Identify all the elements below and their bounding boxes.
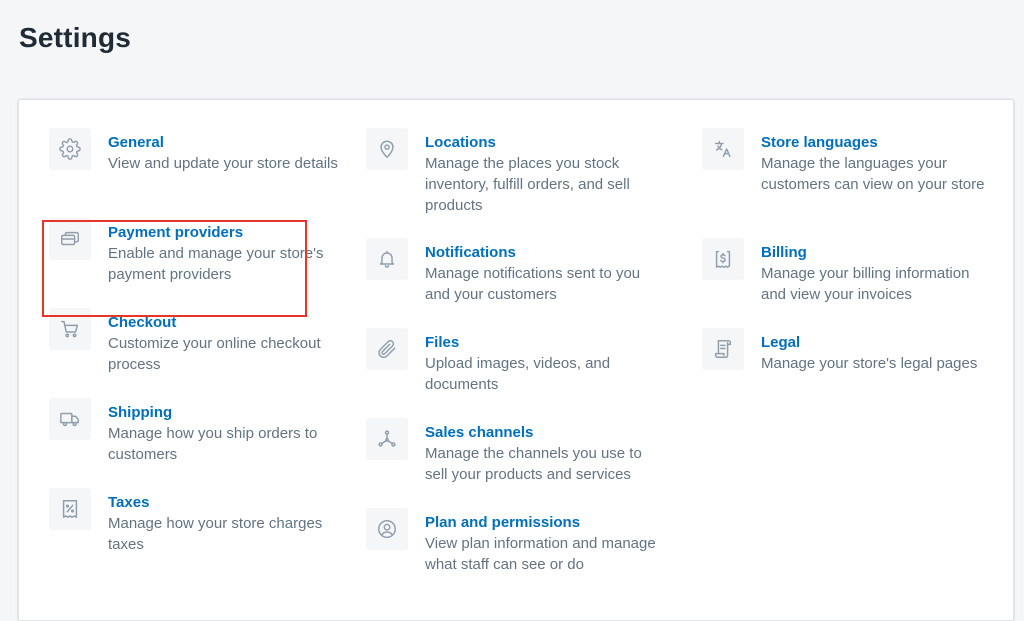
settings-item-description: Manage how your store charges taxes bbox=[108, 515, 323, 553]
tax-receipt-icon bbox=[49, 488, 91, 530]
settings-item-title[interactable]: Notifications bbox=[425, 242, 666, 263]
settings-item-taxes[interactable]: Taxes Manage how your store charges taxe… bbox=[49, 488, 339, 553]
settings-item-description: View plan information and manage what st… bbox=[425, 535, 656, 573]
settings-item-title[interactable]: Taxes bbox=[108, 492, 339, 513]
settings-item-notifications[interactable]: Notifications Manage notifications sent … bbox=[366, 238, 666, 303]
settings-item-title[interactable]: Checkout bbox=[108, 312, 339, 333]
settings-item-title[interactable]: General bbox=[108, 132, 339, 153]
legal-document-icon bbox=[702, 328, 744, 370]
settings-item-description: Enable and manage your store's payment p… bbox=[108, 245, 324, 283]
user-circle-icon bbox=[366, 508, 408, 550]
settings-item-description: Manage how you ship orders to customers bbox=[108, 425, 318, 463]
settings-item-title[interactable]: Billing bbox=[761, 242, 992, 263]
settings-item-title[interactable]: Payment providers bbox=[108, 222, 339, 243]
location-pin-icon bbox=[366, 128, 408, 170]
cart-icon bbox=[49, 308, 91, 350]
channels-icon bbox=[366, 418, 408, 460]
settings-item-store-languages[interactable]: Store languages Manage the languages you… bbox=[702, 128, 992, 212]
truck-icon bbox=[49, 398, 91, 440]
paperclip-icon bbox=[366, 328, 408, 370]
settings-item-legal[interactable]: Legal Manage your store's legal pages bbox=[702, 328, 992, 392]
translate-icon bbox=[702, 128, 744, 170]
settings-item-description: Customize your online checkout process bbox=[108, 335, 321, 373]
page-title: Settings bbox=[19, 22, 132, 53]
settings-item-title[interactable]: Locations bbox=[425, 132, 666, 153]
settings-item-checkout[interactable]: Checkout Customize your online checkout … bbox=[49, 308, 339, 373]
settings-item-files[interactable]: Files Upload images, videos, and documen… bbox=[366, 328, 666, 393]
settings-column-2: Locations Manage the places you stock in… bbox=[366, 128, 666, 598]
settings-item-title[interactable]: Files bbox=[425, 332, 666, 353]
settings-item-title[interactable]: Legal bbox=[761, 332, 992, 353]
settings-column-1: General View and update your store detai… bbox=[49, 128, 339, 578]
settings-item-locations[interactable]: Locations Manage the places you stock in… bbox=[366, 128, 666, 214]
settings-item-description: Upload images, videos, and documents bbox=[425, 355, 611, 393]
settings-item-description: Manage the channels you use to sell your… bbox=[425, 445, 642, 483]
settings-item-description: Manage your store's legal pages bbox=[761, 355, 978, 372]
settings-item-plan-and-permissions[interactable]: Plan and permissions View plan informati… bbox=[366, 508, 666, 573]
settings-item-description: Manage the languages your customers can … bbox=[761, 155, 985, 193]
settings-item-title[interactable]: Sales channels bbox=[425, 422, 666, 443]
settings-item-general[interactable]: General View and update your store detai… bbox=[49, 128, 339, 192]
settings-item-title[interactable]: Store languages bbox=[761, 132, 992, 153]
settings-item-shipping[interactable]: Shipping Manage how you ship orders to c… bbox=[49, 398, 339, 463]
settings-item-description: Manage notifications sent to you and you… bbox=[425, 265, 641, 303]
settings-item-description: Manage the places you stock inventory, f… bbox=[425, 155, 630, 214]
gear-icon bbox=[49, 128, 91, 170]
settings-item-description: View and update your store details bbox=[108, 155, 338, 172]
settings-card: General View and update your store detai… bbox=[18, 99, 1014, 621]
settings-item-billing[interactable]: Billing Manage your billing information … bbox=[702, 238, 992, 303]
invoice-dollar-icon bbox=[702, 238, 744, 280]
settings-item-sales-channels[interactable]: Sales channels Manage the channels you u… bbox=[366, 418, 666, 483]
settings-item-description: Manage your billing information and view… bbox=[761, 265, 970, 303]
settings-item-title[interactable]: Plan and permissions bbox=[425, 512, 666, 533]
settings-item-title[interactable]: Shipping bbox=[108, 402, 339, 423]
bell-icon bbox=[366, 238, 408, 280]
settings-column-3: Store languages Manage the languages you… bbox=[702, 128, 992, 418]
payment-icon bbox=[49, 218, 91, 260]
settings-item-payment-providers[interactable]: Payment providers Enable and manage your… bbox=[49, 218, 339, 283]
